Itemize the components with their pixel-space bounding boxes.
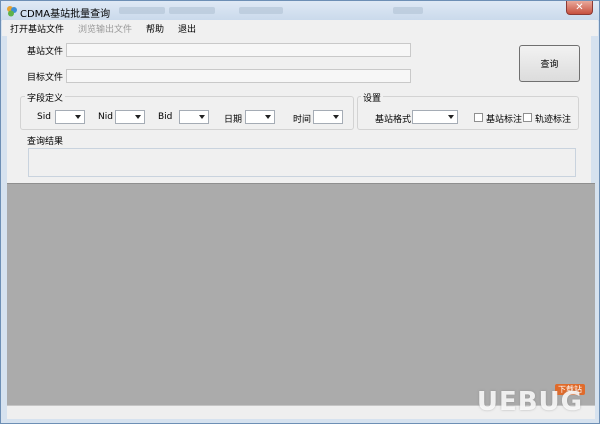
query-results-label: 查询结果 <box>27 137 64 147</box>
title-bar[interactable]: CDMA基站批量查询 ✕ <box>1 1 599 21</box>
close-button[interactable]: ✕ <box>566 1 593 15</box>
chevron-down-icon <box>333 115 339 119</box>
app-window: CDMA基站批量查询 ✕ 打开基站文件 浏览输出文件 帮助 退出 基站文件 目标… <box>0 0 600 424</box>
chevron-down-icon <box>448 115 454 119</box>
window-title: CDMA基站批量查询 <box>20 9 111 20</box>
chevron-down-icon <box>265 115 271 119</box>
query-button[interactable]: 查询 <box>519 45 580 82</box>
date-label: 日期 <box>224 115 243 125</box>
date-combobox[interactable] <box>245 110 275 124</box>
nid-label: Nid <box>98 112 113 122</box>
close-icon: ✕ <box>575 2 584 13</box>
query-results-field[interactable] <box>28 148 576 177</box>
station-mark-label: 基站标注 <box>486 115 523 125</box>
track-mark-label: 轨迹标注 <box>535 115 572 125</box>
base-format-combobox[interactable] <box>412 110 458 124</box>
target-file-field[interactable] <box>66 69 411 83</box>
bid-combobox[interactable] <box>179 110 209 124</box>
menu-browse-output-file[interactable]: 浏览输出文件 <box>70 22 138 35</box>
menu-exit[interactable]: 退出 <box>170 22 202 35</box>
chevron-down-icon <box>199 115 205 119</box>
station-mark-checkbox[interactable] <box>474 113 483 122</box>
blurred-region <box>239 7 283 14</box>
nid-combobox[interactable] <box>115 110 145 124</box>
results-display-area <box>7 183 595 405</box>
menu-open-base-file[interactable]: 打开基站文件 <box>2 22 70 35</box>
field-definition-title: 字段定义 <box>25 91 66 104</box>
track-mark-checkbox[interactable] <box>523 113 532 122</box>
query-button-label: 查询 <box>540 60 559 70</box>
sid-label: Sid <box>37 112 51 122</box>
time-label: 时间 <box>293 115 312 125</box>
app-icon <box>7 6 17 17</box>
blurred-region <box>393 7 423 14</box>
main-panel: 基站文件 目标文件 查询 字段定义 Sid Nid Bid 日期 时间 设置 基… <box>7 36 591 183</box>
blurred-region <box>169 7 215 14</box>
blurred-region <box>119 7 165 14</box>
menu-help[interactable]: 帮助 <box>138 22 170 35</box>
chevron-down-icon <box>75 115 81 119</box>
time-combobox[interactable] <box>313 110 343 124</box>
target-file-label: 目标文件 <box>27 73 64 83</box>
base-file-label: 基站文件 <box>27 47 64 57</box>
base-file-field[interactable] <box>66 43 411 57</box>
watermark: UEBUG <box>476 387 583 417</box>
menu-bar: 打开基站文件 浏览输出文件 帮助 退出 <box>2 20 598 36</box>
chevron-down-icon <box>135 115 141 119</box>
settings-title: 设置 <box>361 91 384 104</box>
base-format-label: 基站格式 <box>375 115 412 125</box>
sid-combobox[interactable] <box>55 110 85 124</box>
bid-label: Bid <box>158 112 173 122</box>
